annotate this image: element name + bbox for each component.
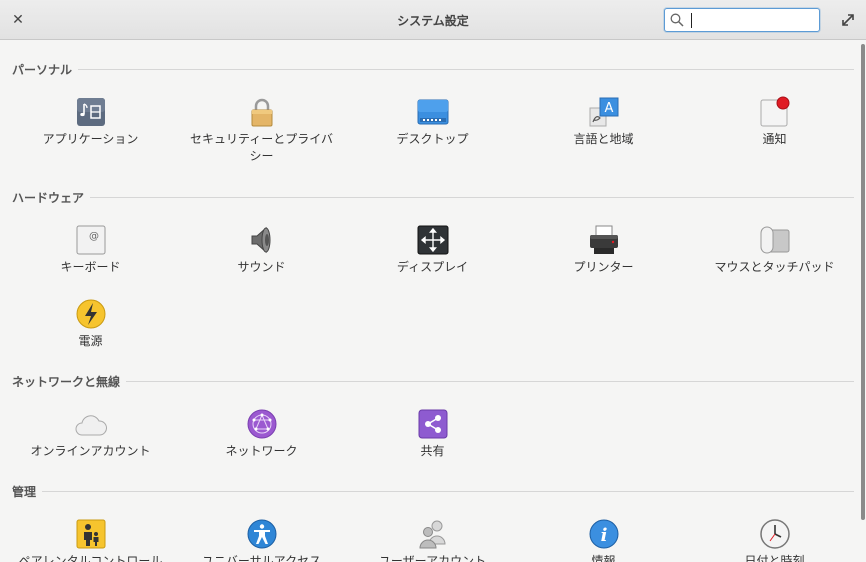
network-icon (247, 409, 276, 439)
plug-mouse-touchpad[interactable]: マウスとタッチパッド (689, 224, 860, 276)
printer-icon (589, 225, 618, 254)
keyboard-icon: @ (76, 225, 105, 255)
plug-network[interactable]: ネットワーク (176, 408, 347, 460)
plug-applications[interactable]: アプリケーション (5, 96, 176, 148)
plug-about[interactable]: i 情報 (518, 518, 689, 562)
plug-notifications[interactable]: 通知 (689, 96, 860, 148)
display-icon (417, 225, 448, 255)
clock-icon (759, 519, 790, 549)
search-field[interactable] (664, 8, 820, 32)
plug-keyboard[interactable]: @ キーボード (5, 224, 176, 276)
section-header-admin: 管理 (12, 483, 854, 499)
mouse-icon (760, 226, 789, 254)
plug-power[interactable]: 電源 (5, 298, 176, 350)
section-header-personal: パーソナル (12, 61, 854, 77)
plug-user-accounts[interactable]: ユーザーアカウント (347, 518, 518, 562)
info-icon: i (589, 519, 618, 549)
maximize-icon (842, 14, 854, 26)
svg-text:i: i (600, 525, 607, 546)
power-icon (76, 299, 105, 329)
language-icon: A (589, 97, 618, 127)
parental-control-icon (76, 519, 105, 549)
plug-printer[interactable]: プリンター (518, 224, 689, 276)
plug-security-privacy[interactable]: セキュリティーとプライバシー (176, 96, 347, 165)
section-header-hardware: ハードウェア (12, 189, 854, 205)
svg-text:@: @ (89, 231, 99, 242)
plug-date-time[interactable]: 日付と時刻 (689, 518, 860, 562)
svg-text:A: A (604, 101, 613, 116)
plug-parental-control[interactable]: ペアレンタルコントロール (5, 518, 176, 562)
search-icon (670, 13, 684, 27)
plug-desktop[interactable]: デスクトップ (347, 96, 518, 148)
plug-universal-access[interactable]: ユニバーサルアクセス (176, 518, 347, 562)
settings-content: パーソナル アプリケーション セキュリティーとプライバシー デスクトップ A 言… (0, 41, 862, 562)
section-header-network: ネットワークと無線 (12, 373, 854, 389)
plug-display[interactable]: ディスプレイ (347, 224, 518, 276)
search-input[interactable] (689, 11, 815, 29)
title-bar: ✕ システム設定 (0, 0, 866, 40)
scrollbar[interactable] (861, 44, 865, 520)
lock-icon (251, 98, 272, 127)
desktop-icon (417, 99, 448, 125)
speaker-icon (251, 226, 270, 254)
plug-sharing[interactable]: 共有 (347, 408, 518, 460)
cloud-icon (75, 415, 107, 436)
applications-icon (76, 98, 105, 126)
accessibility-icon (247, 519, 276, 549)
notifications-icon (760, 96, 789, 127)
plug-sound[interactable]: サウンド (176, 224, 347, 276)
plug-online-accounts[interactable]: オンラインアカウント (5, 408, 176, 460)
share-icon (418, 409, 447, 439)
maximize-button[interactable] (840, 12, 856, 28)
plug-language-region[interactable]: A 言語と地域 (518, 96, 689, 148)
users-icon (418, 520, 446, 549)
